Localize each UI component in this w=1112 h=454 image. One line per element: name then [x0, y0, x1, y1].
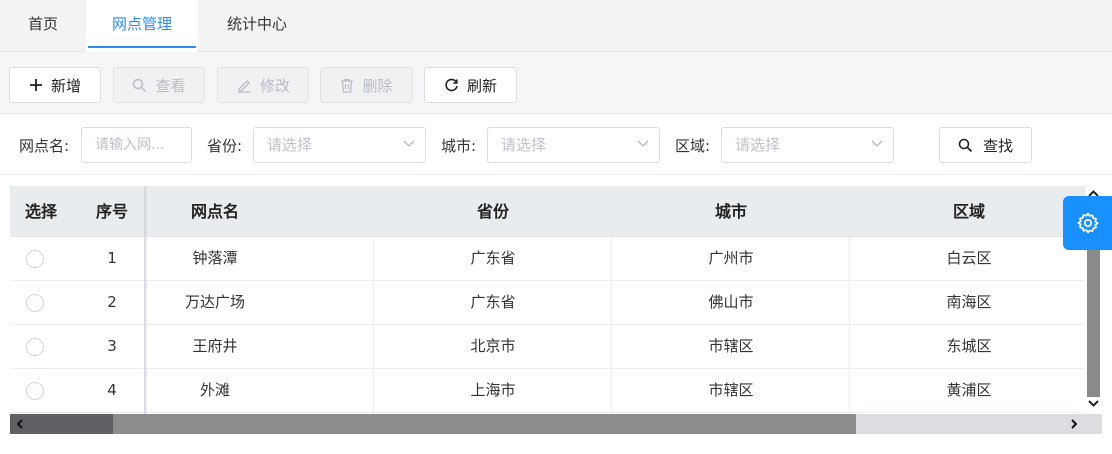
- city-select[interactable]: 请选择: [487, 127, 660, 163]
- tab-outlet-management[interactable]: 网点管理: [86, 0, 198, 52]
- filter-bar: 网点名: 请输入网... 省份: 请选择 城市: 请选择 区域: 请选择 查找: [0, 115, 1112, 175]
- cell-city: 市辖区: [708, 381, 754, 399]
- delete-button-label: 删除: [362, 76, 393, 95]
- chevron-down-icon: [403, 140, 415, 147]
- search-icon: [133, 78, 147, 92]
- cell-city: 市辖区: [708, 337, 754, 355]
- delete-button[interactable]: 删除: [320, 67, 413, 103]
- pencil-icon: [237, 79, 250, 93]
- edit-button[interactable]: 修改: [217, 67, 309, 103]
- cell-index: 1: [107, 249, 117, 267]
- outlet-name-label: 网点名:: [19, 137, 70, 155]
- scroll-left-icon[interactable]: [14, 418, 26, 430]
- chevron-down-icon: [637, 140, 649, 147]
- tab-home[interactable]: 首页: [0, 0, 86, 48]
- cell-province: 上海市: [470, 381, 516, 399]
- search-icon: [958, 138, 973, 152]
- cell-district: 东城区: [946, 337, 992, 355]
- table-row[interactable]: 4 外滩 上海市 市辖区 黄浦区: [10, 369, 1085, 413]
- row-radio[interactable]: [26, 294, 44, 312]
- row-radio[interactable]: [26, 250, 44, 268]
- tab-bar: 首页 网点管理 统计中心: [0, 0, 1112, 52]
- find-button-label: 查找: [982, 136, 1013, 155]
- cell-outlet-name: 王府井: [192, 337, 238, 355]
- city-placeholder: 请选择: [501, 136, 547, 154]
- cell-district: 白云区: [946, 249, 992, 267]
- trash-icon: [341, 78, 354, 93]
- district-select[interactable]: 请选择: [721, 127, 894, 163]
- province-select[interactable]: 请选择: [253, 127, 426, 163]
- horizontal-scroll-thumb[interactable]: [113, 414, 856, 434]
- cell-district: 南海区: [946, 293, 992, 311]
- cell-outlet-name: 外滩: [199, 381, 230, 399]
- column-divider: [611, 237, 612, 414]
- district-label: 区域:: [675, 137, 711, 155]
- chevron-down-icon: [871, 140, 883, 147]
- cell-district: 黄浦区: [946, 381, 992, 399]
- header-province[interactable]: 省份: [374, 186, 612, 237]
- cell-index: 4: [107, 381, 117, 399]
- plus-icon: [29, 79, 42, 91]
- scroll-right-icon[interactable]: [1068, 418, 1080, 430]
- row-radio[interactable]: [26, 382, 44, 400]
- refresh-button-label: 刷新: [466, 76, 497, 95]
- view-button-label: 查看: [155, 76, 186, 95]
- add-button-label: 新增: [50, 76, 81, 95]
- table-header: 选择 序号 网点名 省份 城市 区域: [10, 186, 1085, 237]
- outlet-table: 选择 序号 网点名 省份 城市 区域 1 钟落潭 广东省 广州市 白云区 2 万…: [10, 186, 1085, 414]
- cell-city: 广州市: [708, 249, 754, 267]
- gear-icon: [1076, 212, 1099, 234]
- find-button[interactable]: 查找: [939, 127, 1032, 163]
- header-index: 序号: [95, 202, 128, 221]
- view-button[interactable]: 查看: [113, 67, 205, 103]
- column-divider: [373, 237, 374, 414]
- refresh-icon: [445, 78, 458, 91]
- outlet-name-placeholder: 请输入网...: [95, 137, 165, 153]
- tab-statistics-center[interactable]: 统计中心: [198, 0, 316, 48]
- table-row[interactable]: 1 钟落潭 广东省 广州市 白云区: [10, 237, 1085, 281]
- header-select: 选择: [24, 202, 57, 221]
- table-row[interactable]: 3 王府井 北京市 市辖区 东城区: [10, 325, 1085, 369]
- table-row[interactable]: 2 万达广场 广东省 佛山市 南海区: [10, 281, 1085, 325]
- city-label: 城市:: [441, 137, 477, 155]
- cell-city: 佛山市: [708, 293, 754, 311]
- cell-outlet-name: 万达广场: [184, 293, 245, 311]
- cell-index: 2: [107, 293, 117, 311]
- scroll-down-icon[interactable]: [1086, 397, 1101, 409]
- horizontal-scroll-track[interactable]: [856, 414, 1102, 434]
- cell-index: 3: [107, 337, 117, 355]
- settings-button[interactable]: [1063, 196, 1112, 250]
- row-radio[interactable]: [26, 338, 44, 356]
- province-label: 省份:: [207, 137, 243, 155]
- column-divider: [849, 237, 850, 414]
- edit-button-label: 修改: [259, 76, 290, 95]
- outlet-name-input[interactable]: 请输入网...: [81, 127, 192, 163]
- refresh-button[interactable]: 刷新: [424, 67, 517, 103]
- cell-province: 北京市: [470, 337, 516, 355]
- header-district[interactable]: 区域: [850, 186, 1085, 237]
- cell-province: 广东省: [470, 249, 516, 267]
- province-placeholder: 请选择: [267, 136, 313, 154]
- toolbar: 新增 查看 修改 删除 刷新: [0, 52, 1112, 114]
- add-button[interactable]: 新增: [9, 67, 101, 103]
- district-placeholder: 请选择: [735, 136, 781, 154]
- fixed-column-shadow: [144, 186, 148, 414]
- header-outlet-name[interactable]: 网点名: [147, 186, 283, 237]
- cell-province: 广东省: [470, 293, 516, 311]
- header-city[interactable]: 城市: [612, 186, 850, 237]
- cell-outlet-name: 钟落潭: [192, 249, 238, 267]
